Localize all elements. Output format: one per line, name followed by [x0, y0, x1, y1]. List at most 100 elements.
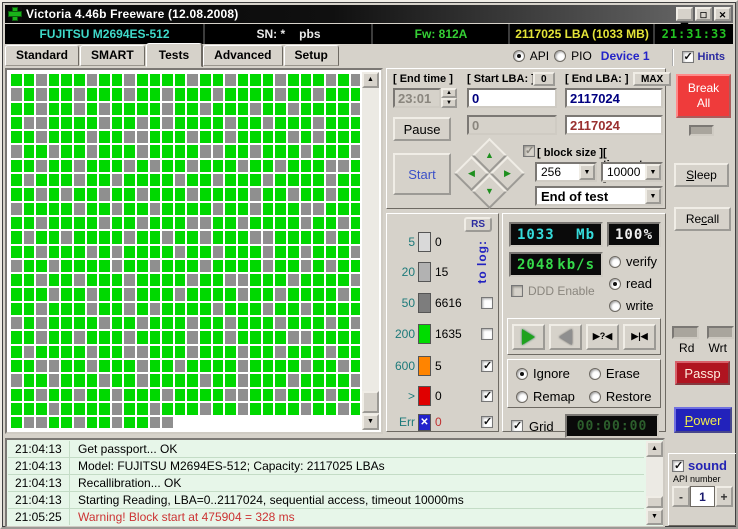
map-scroll-up-icon[interactable]: ▲ — [362, 72, 379, 88]
verify-radio[interactable] — [609, 256, 621, 268]
block-size-select[interactable]: 256 ▼ — [535, 162, 597, 182]
hints-checkbox[interactable] — [682, 51, 694, 63]
block-cell-good — [275, 117, 286, 129]
remap-radio[interactable] — [516, 391, 528, 403]
end-lba-current-display: 2117024 — [565, 115, 663, 135]
ddd-enable-checkbox[interactable] — [511, 285, 523, 297]
tab-setup[interactable]: Setup — [284, 45, 339, 66]
stat-row: 2001635 — [391, 322, 496, 346]
ignore-label: Ignore — [533, 366, 570, 381]
spin-up-icon[interactable]: ▲ — [441, 88, 457, 98]
block-cell-good — [187, 260, 198, 272]
start-button[interactable]: Start — [393, 153, 451, 195]
map-scrollbar[interactable]: ▲ ▼ — [362, 72, 379, 430]
block-cell-slow — [263, 303, 274, 315]
tab-advanced[interactable]: Advanced — [203, 45, 282, 66]
block-cell-slow — [187, 331, 198, 343]
stat-log-checkbox[interactable] — [481, 360, 493, 372]
block-cell-slow — [11, 145, 22, 157]
block-cell-slow — [99, 374, 110, 386]
maximize-button[interactable]: ☐ — [695, 7, 712, 21]
block-cell-good — [49, 174, 60, 186]
restore-radio[interactable] — [589, 391, 601, 403]
break-all-button[interactable]: Break All — [676, 74, 731, 118]
pio-radio[interactable] — [554, 50, 566, 62]
busy-led — [689, 125, 714, 136]
log-scroll-thumb[interactable] — [646, 496, 663, 508]
minimize-button[interactable]: ▁ — [676, 7, 693, 21]
close-button[interactable]: ✕ — [714, 7, 731, 21]
block-cell-slow — [36, 317, 47, 329]
block-cell-good — [200, 174, 211, 186]
map-row — [11, 403, 360, 415]
log-scroll-down-icon[interactable]: ▼ — [646, 509, 663, 525]
block-cell-slow — [313, 88, 324, 100]
jump-end-button[interactable]: ▶|◀ — [623, 324, 656, 350]
map-scroll-thumb[interactable] — [362, 391, 379, 413]
log-scroll-up-icon[interactable]: ▲ — [646, 441, 663, 457]
map-row — [11, 303, 360, 315]
max-button[interactable]: MAX — [633, 72, 671, 86]
block-cell-slow — [187, 188, 198, 200]
stat-log-checkbox[interactable] — [481, 297, 493, 309]
log-scrollbar[interactable]: ▲ ▼ — [646, 441, 663, 525]
sleep-button[interactable]: Sleep — [674, 163, 729, 187]
stat-log-checkbox[interactable] — [481, 328, 493, 340]
stat-log-checkbox[interactable] — [481, 390, 493, 402]
passport-button[interactable]: Passp — [675, 361, 730, 385]
block-cell-slow — [36, 331, 47, 343]
tab-standard[interactable]: Standard — [5, 45, 79, 66]
block-cell-good — [175, 403, 186, 415]
block-cell-good — [338, 346, 349, 358]
end-lba-input[interactable]: 2117024 — [565, 88, 663, 108]
arrow-down-icon: ▼ — [485, 187, 494, 196]
pad-checkbox[interactable] — [523, 145, 535, 157]
write-radio[interactable] — [609, 300, 621, 312]
map-row — [11, 88, 360, 100]
ignore-radio[interactable] — [516, 368, 528, 380]
stepper-minus-button[interactable]: - — [672, 486, 690, 507]
chevron-down-icon[interactable]: ▼ — [579, 164, 595, 180]
block-cell-slow — [150, 260, 161, 272]
stepper-plus-button[interactable]: + — [715, 486, 733, 507]
sound-checkbox[interactable] — [672, 460, 684, 472]
grid-checkbox[interactable] — [511, 420, 523, 432]
block-cell-good — [99, 346, 110, 358]
timeout-select[interactable]: 10000 ▼ — [601, 162, 663, 182]
block-cell-good — [87, 317, 98, 329]
erase-radio[interactable] — [589, 368, 601, 380]
block-cell-good — [187, 103, 198, 115]
back-button[interactable] — [549, 324, 582, 350]
map-row — [11, 145, 360, 157]
jump-question-button[interactable]: ▶?◀ — [586, 324, 619, 350]
block-cell-slow — [49, 360, 60, 372]
block-cell-good — [187, 303, 198, 315]
block-cell-good — [61, 246, 72, 258]
recall-button[interactable]: Recall — [674, 207, 731, 231]
transport-panel: ▶?◀ ▶|◀ — [507, 318, 661, 355]
api-radio[interactable] — [513, 50, 525, 62]
stat-log-checkbox[interactable] — [481, 416, 493, 428]
chevron-down-icon[interactable]: ▼ — [645, 188, 661, 204]
block-cell-good — [225, 203, 236, 215]
chevron-down-icon[interactable]: ▼ — [645, 164, 661, 180]
block-cell-slow — [99, 188, 110, 200]
pause-button[interactable]: Pause — [393, 117, 451, 141]
play-button[interactable] — [512, 324, 545, 350]
block-cell-slow — [288, 331, 299, 343]
zero-button[interactable]: 0 — [533, 72, 555, 86]
tab-smart[interactable]: SMART — [80, 45, 145, 66]
app-icon — [8, 7, 22, 21]
start-lba-input[interactable]: 0 — [467, 88, 557, 108]
map-scroll-down-icon[interactable]: ▼ — [362, 414, 379, 430]
power-button[interactable]: Power — [674, 407, 732, 433]
end-time-spinner[interactable]: 23:01 ▲ ▼ — [393, 88, 457, 108]
end-action-select[interactable]: End of test ▼ — [535, 186, 663, 206]
block-cell-good — [338, 131, 349, 143]
spin-down-icon[interactable]: ▼ — [441, 98, 457, 108]
read-radio[interactable] — [609, 278, 621, 290]
block-cell-good — [275, 145, 286, 157]
block-cell-slow — [124, 160, 135, 172]
block-cell-good — [213, 217, 224, 229]
tab-tests[interactable]: Tests — [146, 43, 202, 67]
